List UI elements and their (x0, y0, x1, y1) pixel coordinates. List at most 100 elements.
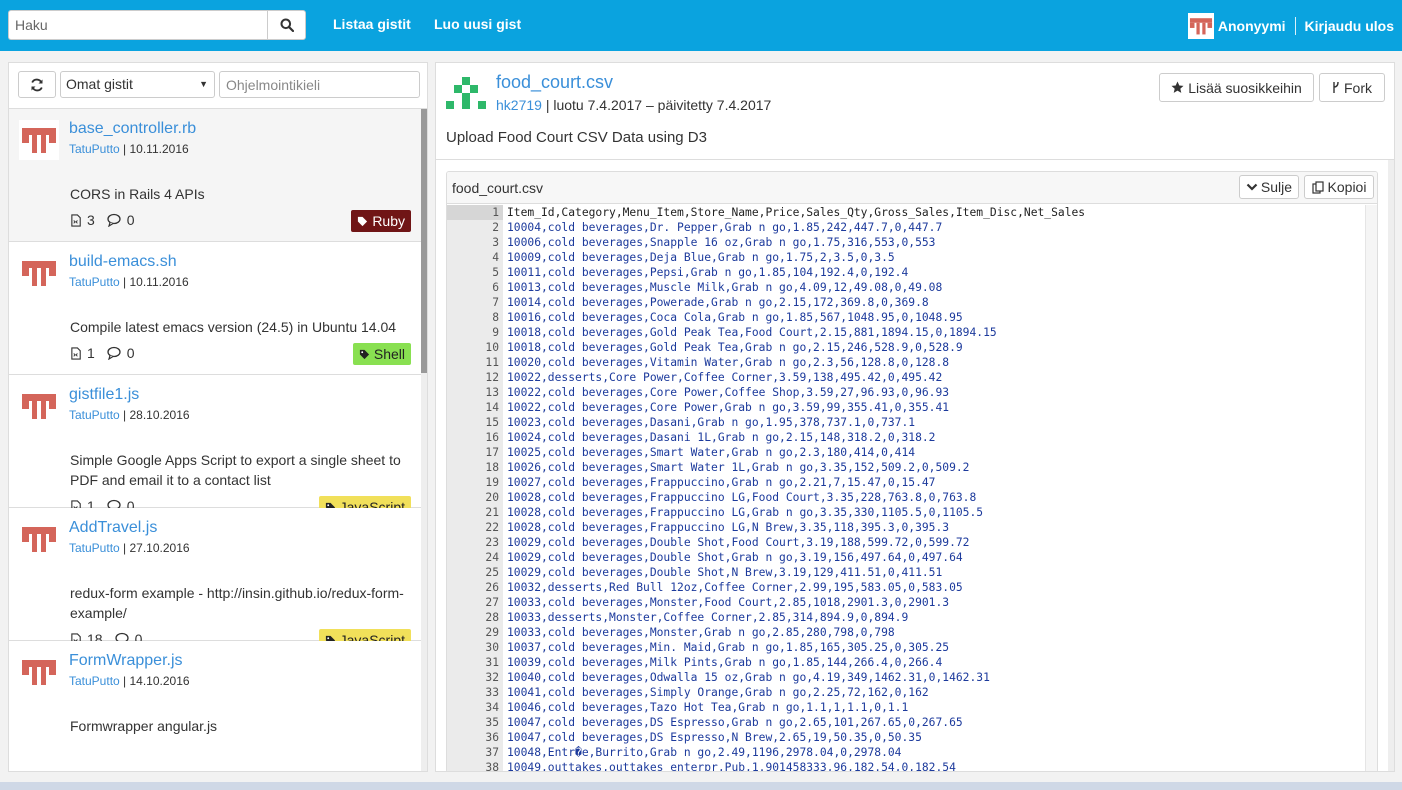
code-line: 32 10040,cold beverages,Odwalla 15 oz,Gra… (447, 670, 1365, 685)
star-icon (1171, 81, 1184, 93)
gist-filter-select[interactable]: Omat gistit ▼ (60, 71, 215, 98)
gist-filter-value: Omat gistit (66, 76, 133, 92)
gist-author-link[interactable]: hk2719 (496, 97, 542, 113)
gist-item-title[interactable]: AddTravel.js (69, 519, 157, 537)
search-input[interactable] (8, 10, 268, 40)
gist-item-title[interactable]: FormWrapper.js (69, 652, 183, 670)
gist-item-date: 10.11.2016 (129, 142, 189, 156)
gist-title[interactable]: food_court.csv (496, 72, 613, 93)
line-text: 10047,cold beverages,DS Espresso,Grab n … (507, 716, 963, 729)
user-name[interactable]: Anonyymi (1218, 18, 1286, 34)
header-divider (436, 159, 1394, 160)
line-text: 10014,cold beverages,Powerade,Grab n go,… (507, 296, 929, 309)
line-text: 10013,cold beverages,Muscle Milk,Grab n … (507, 281, 943, 294)
gist-item-author[interactable]: TatuPutto (69, 408, 120, 422)
line-text: 10032,desserts,Red Bull 12oz,Coffee Corn… (507, 581, 963, 594)
code-line: 16 10024,cold beverages,Dasani 1L,Grab n … (447, 430, 1365, 445)
gist-author-avatar (19, 120, 59, 160)
line-number: 22 (447, 520, 503, 535)
refresh-button[interactable] (18, 71, 56, 98)
language-filter-input[interactable] (219, 71, 420, 98)
line-text: 10046,cold beverages,Tazo Hot Tea,Grab n… (507, 701, 909, 714)
line-text: 10020,cold beverages,Vitamin Water,Grab … (507, 356, 950, 369)
scrollbar-thumb[interactable] (421, 109, 427, 373)
line-number: 11 (447, 355, 503, 370)
gist-item-meta: TatuPutto | 10.11.2016 (69, 275, 189, 289)
file-panel-header: food_court.csv Sulje Kopioi (447, 172, 1377, 204)
gist-item-author[interactable]: TatuPutto (69, 674, 120, 688)
fork-button[interactable]: Fork (1319, 73, 1385, 102)
close-file-button[interactable]: Sulje (1239, 175, 1299, 199)
gist-item-description: Simple Google Apps Script to export a si… (70, 452, 401, 488)
copy-label: Kopioi (1327, 179, 1367, 195)
gist-item-author[interactable]: TatuPutto (69, 541, 120, 555)
gist-description: Upload Food Court CSV Data using D3 (446, 129, 707, 146)
gist-item-title[interactable]: build-emacs.sh (69, 253, 177, 271)
code-line: 14 10022,cold beverages,Core Power,Grab n… (447, 400, 1365, 415)
line-text: 10026,cold beverages,Smart Water 1L,Grab… (507, 461, 970, 474)
line-text: 10029,cold beverages,Double Shot,N Brew,… (507, 566, 943, 579)
logout-link[interactable]: Kirjaudu ulos (1305, 18, 1394, 34)
nav-list-gists[interactable]: Listaa gistit (333, 16, 411, 32)
gist-item-meta: TatuPutto | 10.11.2016 (69, 142, 189, 156)
detail-scrollbar[interactable] (1388, 160, 1394, 771)
line-text: 10022,cold beverages,Core Power,Grab n g… (507, 401, 950, 414)
gist-author-avatar (19, 253, 59, 293)
line-number: 8 (447, 310, 503, 325)
gist-author-avatar (19, 519, 59, 559)
search-button[interactable] (267, 10, 306, 40)
line-text: 10048,Entr�e,Burrito,Grab n go,2.49,1196… (507, 746, 902, 759)
line-text: 10009,cold beverages,Deja Blue,Grab n go… (507, 251, 895, 264)
code-line: 27 10033,cold beverages,Monster,Food Cour… (447, 595, 1365, 610)
gist-item-author[interactable]: TatuPutto (69, 275, 120, 289)
line-number: 15 (447, 415, 503, 430)
line-number: 10 (447, 340, 503, 355)
gist-item-meta: TatuPutto | 27.10.2016 (69, 541, 190, 555)
file-panel: food_court.csv Sulje Kopioi 1 Item_Id,Cat… (446, 171, 1378, 772)
code-line: 25 10029,cold beverages,Double Shot,N Bre… (447, 565, 1365, 580)
code-line: 12 10022,desserts,Core Power,Coffee Corne… (447, 370, 1365, 385)
gist-item-stats: 10 (70, 345, 135, 361)
gist-list-item[interactable]: gistfile1.js TatuPutto | 28.10.2016 Simple… (9, 375, 421, 518)
code-line: 34 10046,cold beverages,Tazo Hot Tea,Grab… (447, 700, 1365, 715)
gist-list-item[interactable]: build-emacs.sh TatuPutto | 10.11.2016 Comp… (9, 242, 421, 375)
line-number: 28 (447, 610, 503, 625)
line-number: 34 (447, 700, 503, 715)
gist-list-scrollbar[interactable] (421, 109, 427, 771)
line-text: 10041,cold beverages,Simply Orange,Grab … (507, 686, 929, 699)
line-number: 18 (447, 460, 503, 475)
add-favorite-button[interactable]: Lisää suosikkeihin (1159, 73, 1314, 102)
gist-list-item[interactable]: base_controller.rb TatuPutto | 10.11.2016… (9, 109, 421, 242)
comments-icon (107, 213, 123, 227)
line-text: 10028,cold beverages,Frappuccino LG,Food… (507, 491, 977, 504)
code-line: 7 10014,cold beverages,Powerade,Grab n go… (447, 295, 1365, 310)
comment-count: 0 (126, 345, 135, 361)
line-number: 19 (447, 475, 503, 490)
line-number: 36 (447, 730, 503, 745)
gist-list-item[interactable]: AddTravel.js TatuPutto | 27.10.2016 redux-… (9, 508, 421, 651)
gist-item-title[interactable]: gistfile1.js (69, 386, 139, 404)
gist-item-stats: 30 (70, 212, 135, 228)
code-line: 38 10049,outtakes,outtakes enterpr,Pub,1.… (447, 760, 1365, 772)
code-scrollbar[interactable] (1365, 205, 1377, 771)
line-text: 10004,cold beverages,Dr. Pepper,Grab n g… (507, 221, 943, 234)
copy-button[interactable]: Kopioi (1304, 175, 1374, 199)
gist-item-meta: TatuPutto | 28.10.2016 (69, 408, 190, 422)
gist-item-date: 28.10.2016 (129, 408, 190, 422)
gist-item-title[interactable]: base_controller.rb (69, 120, 196, 138)
fork-icon (1333, 81, 1339, 93)
line-number: 1 (447, 205, 503, 220)
code-line: 8 10016,cold beverages,Coca Cola,Grab n g… (447, 310, 1365, 325)
chevron-down-icon (1246, 183, 1258, 191)
nav-create-gist[interactable]: Luo uusi gist (434, 16, 521, 32)
gist-list-item[interactable]: FormWrapper.js TatuPutto | 14.10.2016 Form… (9, 641, 421, 771)
code-line: 11 10020,cold beverages,Vitamin Water,Gra… (447, 355, 1365, 370)
line-text: 10029,cold beverages,Double Shot,Food Co… (507, 536, 970, 549)
line-number: 37 (447, 745, 503, 760)
gist-item-author[interactable]: TatuPutto (69, 142, 120, 156)
gist-owner-avatar (446, 73, 486, 113)
line-text: 10049,outtakes,outtakes enterpr,Pub,1.90… (507, 761, 956, 772)
line-number: 2 (447, 220, 503, 235)
gist-item-description: CORS in Rails 4 APIs (70, 186, 205, 202)
line-number: 5 (447, 265, 503, 280)
